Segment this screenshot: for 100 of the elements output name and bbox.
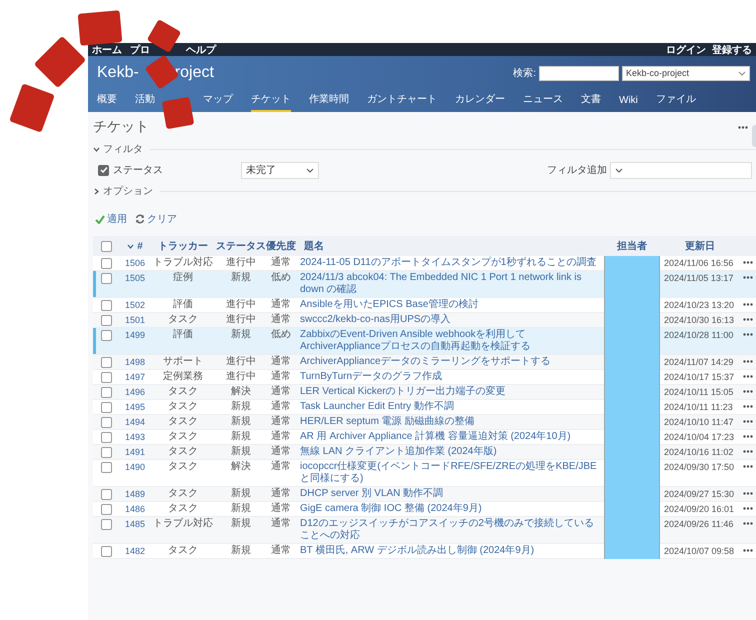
row-checkbox[interactable] [101,372,112,383]
row-menu-icon[interactable] [743,261,753,264]
project-select[interactable]: Kekb-co-project [622,66,750,80]
options-legend[interactable]: オプション [103,184,153,198]
row-checkbox[interactable] [101,330,112,341]
row-checkbox[interactable] [101,402,112,413]
subject-link[interactable]: Task Launcher Edit Entry 動作不調 [300,401,454,413]
table-row[interactable]: 1489 タスク 新規 通常 DHCP server 別 VLAN 動作不調 2024/09/27 15:30 [93,487,756,502]
row-menu-icon[interactable] [743,276,753,279]
table-row[interactable]: 1482 タスク 新規 通常 BT 横田氏, ARW デジボル読み出し制御 (2024年9月) 2024/10/07 09:58 [93,544,756,559]
subject-link[interactable]: AR 用 Archiver Appliance 計算機 容量逼迫対策 (2024年10月) [300,431,571,443]
status-checkbox[interactable] [98,164,109,176]
table-row[interactable]: 1490 タスク 解決 通常 iocopccr仕様変更(イベントコードRFE/SFE/ZREの処理をKBE/JBEと同様にする) 2024/09/30 17:50 [93,460,756,487]
nav-tab[interactable]: 作業時間 [309,92,349,112]
column-header[interactable]: 題名 [304,239,324,253]
table-row[interactable]: 1502 評価 進行中 通常 Ansibleを用いたEPICS Base管理の検討 2024/10/23 13:20 [93,298,756,313]
column-header[interactable]: 担当者 [617,239,647,253]
table-row[interactable]: 1499 評価 新規 低め ZabbixのEvent-Driven Ansible webhookを利用してArchiverApplianceプロセスの自動再起動を検証する 2024/10/28 11:00 [93,328,756,355]
table-row[interactable]: 1501 タスク 進行中 通常 swccc2/kekb-co-nas用UPSの導入 2024/10/30 16:13 [93,313,756,328]
column-header[interactable]: 更新日 [685,239,715,253]
search-field[interactable] [539,66,619,80]
subject-link[interactable]: 無線 LAN クライアント追加作業 (2024年版) [300,446,497,458]
nav-tab[interactable]: マップ [203,92,233,112]
subject-link[interactable]: 2024/11/3 abcok04: The Embedded NIC 1 Port 1 network link is down の確認 [300,272,603,296]
table-row[interactable]: 1497 定例業務 進行中 通常 TurnByTurnデータのグラフ作成 2024/10/17 15:37 [93,370,756,385]
issue-id-link[interactable]: 1499 [124,329,146,341]
row-menu-icon[interactable] [743,303,753,306]
top-menu-link[interactable]: ホーム [92,42,122,56]
subject-link[interactable]: HER/LER septum 電源 励磁曲線の整備 [300,416,474,428]
subject-link[interactable]: swccc2/kekb-co-nas用UPSの導入 [300,314,451,326]
top-menu-link[interactable]: プロ [130,42,150,56]
nav-tab[interactable]: ニュース [523,92,563,112]
row-menu-icon[interactable] [743,522,753,525]
clear-link[interactable]: クリア [135,212,177,226]
account-link[interactable]: ログイン [666,42,706,56]
issue-id-link[interactable]: 1501 [124,314,146,326]
row-menu-icon[interactable] [743,507,753,510]
apply-link[interactable]: 適用 [95,212,127,226]
subject-link[interactable]: iocopccr仕様変更(イベントコードRFE/SFE/ZREの処理をKBE/JBEと同様にする) [300,461,603,485]
issue-id-link[interactable]: 1506 [124,257,146,269]
row-menu-icon[interactable] [743,549,753,552]
row-checkbox[interactable] [101,519,112,530]
collapse-icon[interactable] [93,146,100,152]
row-checkbox[interactable] [101,462,112,473]
subject-link[interactable]: TurnByTurnデータのグラフ作成 [300,371,442,383]
subject-link[interactable]: ArchiverApplianceデータのミラーリングをサポートする [300,356,551,368]
row-checkbox[interactable] [101,357,112,368]
table-row[interactable]: 1506 トラブル対応 進行中 通常 2024-11-05 D11のアボートタイムスタンプが1秒ずれることの調査 2024/11/06 16:56 [93,256,756,271]
row-menu-icon[interactable] [743,318,753,321]
table-row[interactable]: 1494 タスク 新規 通常 HER/LER septum 電源 励磁曲線の整備 2024/10/10 11:47 [93,415,756,430]
row-menu-icon[interactable] [743,405,753,408]
nav-tab[interactable]: カレンダー [455,92,505,112]
row-menu-icon[interactable] [743,420,753,423]
subject-link[interactable]: GigE camera 制御 IOC 整備 (2024年9月) [300,503,482,515]
issue-id-link[interactable]: 1486 [124,503,146,515]
issue-id-link[interactable]: 1489 [124,488,146,500]
row-menu-icon[interactable] [743,390,753,393]
row-checkbox[interactable] [101,315,112,326]
subject-link[interactable]: Ansibleを用いたEPICS Base管理の検討 [300,299,478,311]
row-checkbox[interactable] [101,417,112,428]
subject-link[interactable]: DHCP server 別 VLAN 動作不調 [300,488,444,500]
row-menu-icon[interactable] [743,465,753,468]
row-checkbox[interactable] [101,273,112,284]
subject-link[interactable]: 2024-11-05 D11のアボートタイムスタンプが1秒ずれることの調査 [300,257,596,269]
issue-id-link[interactable]: 1505 [124,272,146,284]
nav-tab[interactable]: 活動 [135,92,155,112]
row-menu-icon[interactable] [743,360,753,363]
column-header[interactable]: 優先度 [266,239,296,253]
table-row[interactable]: 1493 タスク 新規 通常 AR 用 Archiver Appliance 計算機 容量逼迫対策 (2024年10月) 2024/10/04 17:23 [93,430,756,445]
subject-link[interactable]: D12のエッジスイッチがコアスイッチの2号機のみで接続していることへの対応 [300,518,603,542]
issue-id-link[interactable]: 1485 [124,518,146,530]
row-menu-icon[interactable] [743,375,753,378]
row-checkbox[interactable] [101,258,112,269]
issue-id-link[interactable]: 1502 [124,299,146,311]
issue-id-link[interactable]: 1482 [124,545,146,557]
column-header[interactable]: # [137,240,143,252]
issue-id-link[interactable]: 1496 [124,386,146,398]
row-checkbox[interactable] [101,387,112,398]
issue-id-link[interactable]: 1495 [124,401,146,413]
row-menu-icon[interactable] [743,435,753,438]
nav-tab[interactable]: 概要 [97,92,117,112]
nav-tab[interactable]: ガントチャート [367,92,437,112]
expand-icon[interactable] [93,188,100,194]
table-row[interactable]: 1505 症例 新規 低め 2024/11/3 abcok04: The Embedded NIC 1 Port 1 network link is down の確認 2024/11/05 13:17 [93,271,756,298]
subject-link[interactable]: ZabbixのEvent-Driven Ansible webhookを利用してArchiverApplianceプロセスの自動再起動を検証する [300,329,603,353]
row-menu-icon[interactable] [743,450,753,453]
row-menu-icon[interactable] [743,492,753,495]
sort-icon[interactable] [127,244,134,248]
row-checkbox[interactable] [101,432,112,443]
issue-id-link[interactable]: 1494 [124,416,146,428]
account-link[interactable]: 登録する [712,42,752,56]
row-checkbox[interactable] [101,447,112,458]
row-checkbox[interactable] [101,546,112,557]
column-header[interactable]: ステータス [216,239,266,253]
table-row[interactable]: 1485 トラブル対応 新規 通常 D12のエッジスイッチがコアスイッチの2号機のみで接続していることへの対応 2024/09/26 11:46 [93,517,756,544]
issue-id-link[interactable]: 1493 [124,431,146,443]
column-header[interactable]: トラッカー [158,239,208,253]
top-menu-link[interactable]: ヘルプ [186,42,216,56]
issue-id-link[interactable]: 1491 [124,446,146,458]
row-checkbox[interactable] [101,504,112,515]
